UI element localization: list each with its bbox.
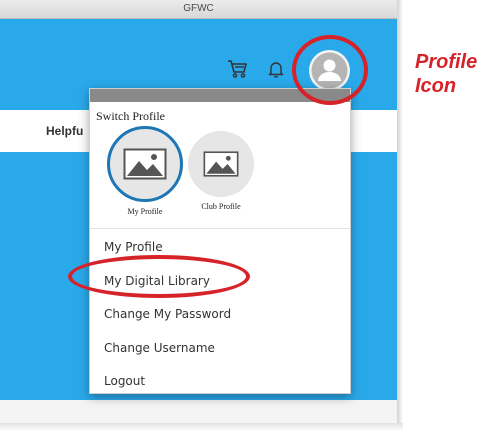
nav-item-helpful[interactable]: Helpfu [46, 124, 83, 138]
dropdown-divider [90, 228, 350, 229]
switch-profile-heading: Switch Profile [96, 109, 165, 123]
profile-option-circle [188, 131, 254, 197]
annotation-ellipse-profile-icon [292, 35, 368, 105]
footer-strip [0, 400, 397, 423]
annotation-ellipse-digital-library [68, 255, 250, 298]
bell-icon[interactable] [268, 60, 284, 78]
shopping-cart-icon[interactable] [226, 57, 248, 79]
menu-item-change-username[interactable]: Change Username [90, 332, 350, 366]
profile-dropdown-menu: Switch Profile My Profile Club Profile M… [89, 88, 351, 394]
profile-option-label: Club Profile [201, 202, 241, 211]
image-placeholder-icon [123, 148, 167, 180]
profile-option-my-profile[interactable]: My Profile [105, 126, 185, 216]
title-bar: GFWC [0, 0, 397, 19]
window-shadow-bottom [0, 423, 403, 431]
profile-option-club-profile[interactable]: Club Profile [181, 131, 261, 211]
callout-line-2: Icon [415, 75, 457, 97]
profile-option-circle [107, 126, 183, 202]
window-shadow-right [397, 0, 403, 423]
profile-option-label: My Profile [127, 207, 163, 216]
menu-item-change-password[interactable]: Change My Password [90, 298, 350, 332]
image-placeholder-icon [203, 151, 239, 177]
callout-line-1: Profile [415, 51, 478, 73]
menu-item-logout[interactable]: Logout [90, 365, 350, 399]
window-title: GFWC [183, 3, 214, 14]
annotation-callout: Profile Icon [415, 50, 477, 98]
